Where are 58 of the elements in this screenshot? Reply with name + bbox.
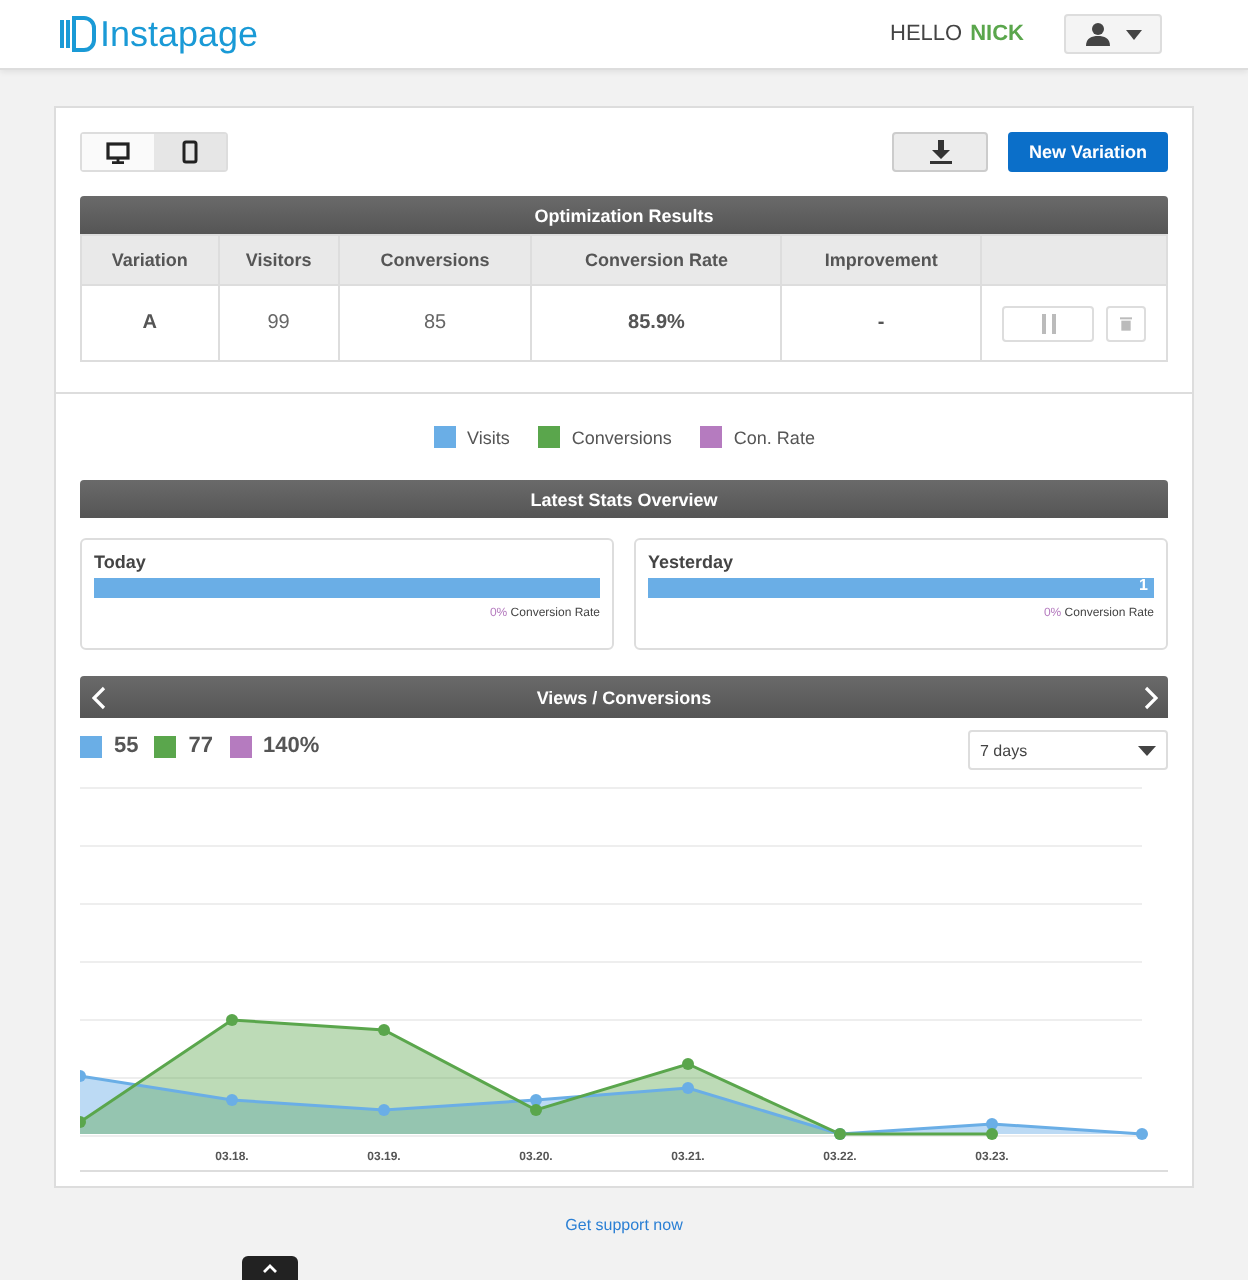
chevron-up-icon xyxy=(262,1263,278,1273)
visits-point xyxy=(986,1118,998,1130)
support-link[interactable]: Get support now xyxy=(565,1216,683,1234)
column-header: Variation xyxy=(81,235,219,285)
total-value: 55 xyxy=(114,734,139,758)
greeting: HELLO xyxy=(890,22,963,46)
period-select[interactable]: 7 days xyxy=(968,730,1168,770)
conversions-point xyxy=(530,1104,542,1116)
chevron-right-icon xyxy=(1143,685,1157,709)
caret-icon xyxy=(1138,745,1156,755)
logo-icon xyxy=(60,16,96,52)
stat-title: Today xyxy=(94,552,148,572)
monitor-icon xyxy=(106,141,130,163)
user-menu-button[interactable] xyxy=(1064,14,1162,54)
caret-icon xyxy=(1125,29,1141,39)
visits-point xyxy=(378,1104,390,1116)
conversions-point xyxy=(682,1058,694,1070)
desktop-view-button[interactable] xyxy=(82,134,154,170)
column-header: Visitors xyxy=(218,235,339,285)
trash-icon xyxy=(1120,313,1132,333)
conversions-point xyxy=(834,1128,846,1140)
logo-text: Instapage xyxy=(100,13,259,55)
column-header: Conversions xyxy=(338,235,532,285)
visits-point xyxy=(530,1094,542,1106)
stat-title: Yesterday xyxy=(648,552,736,572)
legend-label: Conversions xyxy=(571,427,672,447)
total-value: 140% xyxy=(263,734,320,758)
new-variation-button[interactable]: New Variation xyxy=(1008,132,1168,172)
legend-label: Con. Rate xyxy=(733,427,815,447)
variation-cell: A xyxy=(81,285,219,361)
rate-cell: 85.9% xyxy=(531,285,782,361)
column-header: Improvement xyxy=(781,235,981,285)
download-button[interactable] xyxy=(892,132,988,172)
phone-icon xyxy=(182,140,198,164)
collapse-tab[interactable] xyxy=(242,1256,298,1280)
user-name: NICK xyxy=(970,22,1024,46)
visits-point xyxy=(682,1082,694,1094)
conversions-point xyxy=(226,1014,238,1026)
visits-point xyxy=(226,1094,238,1106)
stats-title: Latest Stats Overview xyxy=(530,489,718,509)
user-icon xyxy=(1085,22,1109,46)
visitors-cell: 99 xyxy=(218,285,339,361)
views-title: Views / Conversions xyxy=(536,687,712,707)
legend-label: Visits xyxy=(467,427,510,447)
chevron-left-icon xyxy=(91,685,105,709)
pause-icon xyxy=(1041,313,1055,333)
conversions-point xyxy=(80,1116,86,1128)
total-value: 77 xyxy=(188,734,213,758)
download-icon xyxy=(929,140,951,164)
results-title: Optimization Results xyxy=(534,205,714,225)
conversions-point xyxy=(378,1024,390,1036)
progress-value: 1 xyxy=(1139,576,1148,594)
improvement-cell: - xyxy=(781,285,981,361)
visits-point xyxy=(1136,1128,1148,1140)
column-header: Conversion Rate xyxy=(531,235,782,285)
conversions-point xyxy=(986,1128,998,1140)
visits-point xyxy=(80,1070,86,1082)
conversions-cell: 85 xyxy=(338,285,532,361)
